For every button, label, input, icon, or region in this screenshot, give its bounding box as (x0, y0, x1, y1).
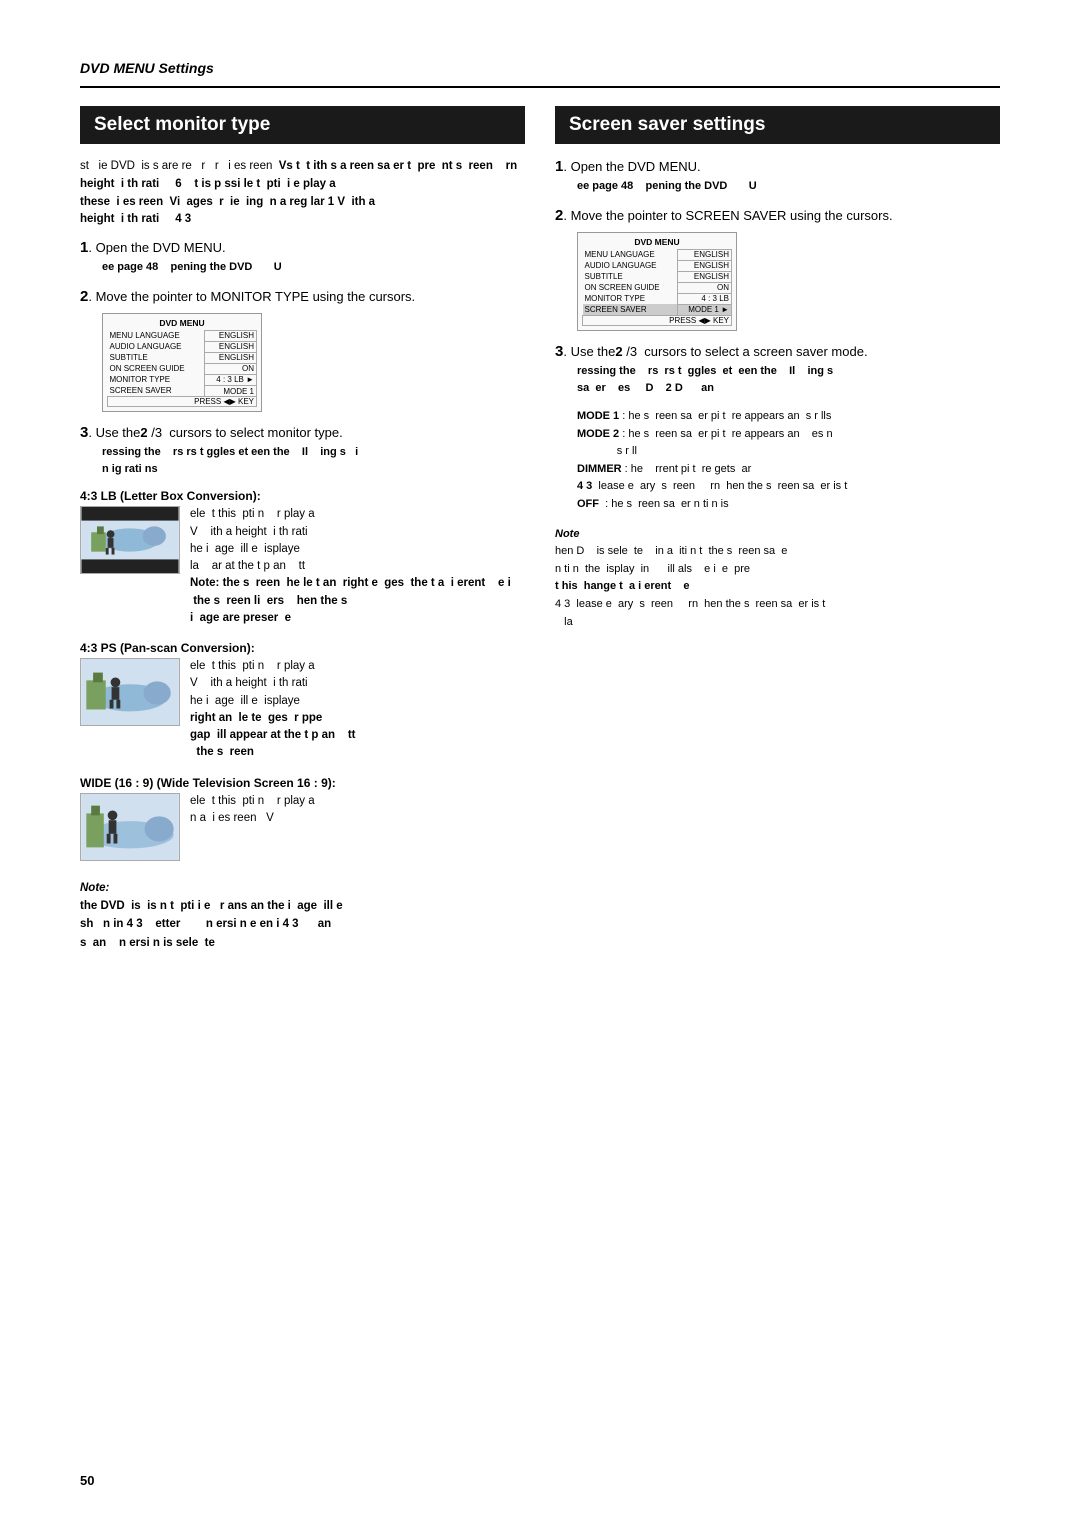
page-number: 50 (80, 1473, 94, 1488)
right-step-1: 1. Open the DVD MENU. ee page 48 pening … (555, 158, 1000, 195)
left-step-3: 3. Use the2 /3 cursors to select monitor… (80, 424, 525, 477)
left-step-2: 2. Move the pointer to MONITOR TYPE usin… (80, 288, 525, 413)
option-lb-desc: ele t this pti n r play a V ith a height… (190, 506, 525, 627)
mode1-label: MODE 1 (577, 410, 619, 422)
menu-row: PRESS ◀▶ KEY (583, 316, 732, 326)
right-note-italic: Note (555, 528, 579, 540)
right-column: Screen saver settings 1. Open the DVD ME… (555, 106, 1000, 952)
right-step-3-note: ressing the rs rs t ggles et een the Il … (577, 363, 1000, 396)
divider (80, 86, 1000, 88)
option-wide: WIDE (16 : 9) (Wide Television Screen 16… (80, 776, 525, 861)
section-title: DVD MENU Settings (80, 60, 1000, 76)
right-note-line3: t his hange t a i erent e (555, 580, 689, 592)
menu-row: AUDIO LANGUAGEENGLISH (108, 341, 257, 352)
option-wide-image (80, 793, 180, 861)
option-ps-label: 4:3 PS (Pan-scan Conversion): (80, 641, 525, 655)
left-dvd-menu-title: DVD MENU (107, 318, 257, 328)
menu-row: MONITOR TYPE4 : 3 LB (583, 293, 732, 304)
option-wide-desc: ele t this pti n r play a n a i es reen … (190, 793, 315, 828)
option-lb: 4:3 LB (Letter Box Conversion): (80, 489, 525, 627)
right-note-block: Note hen D is sele te in a iti n t the s… (555, 526, 1000, 632)
right-step-3: 3. Use the2 /3 cursors to select a scree… (555, 343, 1000, 396)
off-desc: lease e ary s reen rn hen the s reen sa … (598, 480, 847, 492)
main-content: Select monitor type st ie DVD is s are r… (80, 106, 1000, 952)
off2-label: OFF (577, 498, 599, 510)
menu-row: SCREEN SAVERMODE 1 (108, 385, 257, 397)
off2-desc: : he s reen sa er n ti n is (605, 498, 729, 510)
intro-line-3: these i es reen Vi ages r ie ing n a reg… (80, 196, 345, 208)
dimmer-desc: he rrent pi t re gets ar (631, 463, 751, 475)
dot3: . (88, 425, 95, 440)
option-ps-row: ele t this pti n r play a V ith a height… (80, 658, 525, 762)
dimmer-label: DIMMER (577, 463, 622, 475)
colon2: : (622, 428, 625, 440)
right-step-1-text: Open the DVD MENU. (571, 159, 701, 174)
mode-list: MODE 1 : he s reen sa er pi t re appears… (577, 408, 1000, 514)
left-dvd-menu-box: DVD MENU MENU LANGUAGEENGLISH AUDIO LANG… (102, 313, 262, 413)
note-line-1: the DVD is is n t pti i e r ans an the i… (80, 900, 343, 949)
colon1: : (622, 410, 625, 422)
option-wide-row: ele t this pti n r play a n a i es reen … (80, 793, 525, 861)
right-section-header: Screen saver settings (555, 106, 1000, 144)
option-ps: 4:3 PS (Pan-scan Conversion): (80, 641, 525, 762)
left-note: Note: the DVD is is n t pti i e r ans an… (80, 879, 525, 953)
option-lb-row: ele t this pti n r play a V ith a height… (80, 506, 525, 627)
dot2: . (88, 289, 95, 304)
right-step-3-text: Use the2 /3 cursors to select a screen s… (571, 344, 868, 359)
left-step-1-note: ee page 48 pening the DVD U (102, 259, 525, 276)
menu-row: MONITOR TYPE4 : 3 LB ► (108, 374, 257, 385)
menu-row: MENU LANGUAGEENGLISH (583, 249, 732, 260)
left-step-1-text: Open the DVD MENU. (96, 240, 226, 255)
menu-row: ON SCREEN GUIDEON (108, 363, 257, 374)
mode1-desc: he s reen sa er pi t re appears an s r l… (628, 410, 831, 422)
right-step-1-note: ee page 48 pening the DVD U (577, 178, 1000, 195)
left-step-2-text: Move the pointer to MONITOR TYPE using t… (96, 289, 416, 304)
menu-row: MENU LANGUAGEENGLISH (108, 330, 257, 341)
dot: . (88, 240, 95, 255)
option-lb-image (80, 506, 180, 574)
option-lb-label: 4:3 LB (Letter Box Conversion): (80, 489, 525, 503)
intro-line-2: height i th rati 6 t is p ssi le t pti i… (80, 178, 336, 190)
right-step-2-text: Move the pointer to SCREEN SAVER using t… (571, 208, 893, 223)
option-ps-image (80, 658, 180, 726)
left-column: Select monitor type st ie DVD is s are r… (80, 106, 525, 952)
right-step-2: 2. Move the pointer to SCREEN SAVER usin… (555, 207, 1000, 332)
option-ps-desc: ele t this pti n r play a V ith a height… (190, 658, 356, 762)
menu-row: AUDIO LANGUAGEENGLISH (583, 260, 732, 271)
right-dvd-menu-title: DVD MENU (582, 237, 732, 247)
intro-line-4: height i th rati 4 3 (80, 213, 191, 225)
menu-row: ON SCREEN GUIDEON (583, 282, 732, 293)
left-section-header: Select monitor type (80, 106, 525, 144)
option-wide-label: WIDE (16 : 9) (Wide Television Screen 16… (80, 776, 525, 790)
left-dvd-menu-table: MENU LANGUAGEENGLISH AUDIO LANGUAGEENGLI… (107, 330, 257, 408)
menu-row: SUBTITLEENGLISH (108, 352, 257, 363)
right-dvd-menu-table: MENU LANGUAGEENGLISH AUDIO LANGUAGEENGLI… (582, 249, 732, 327)
menu-row: PRESS ◀▶ KEY (108, 397, 257, 407)
intro-line-1: st ie DVD is s are re r r i es reen Vs t… (80, 160, 517, 172)
page: DVD MENU Settings Select monitor type st… (0, 0, 1080, 1528)
right-note-line4: 4 3 lease e ary s reen rn hen the s reen… (555, 598, 825, 628)
right-note-line1: hen D is sele te in a iti n t the s reen… (555, 545, 787, 557)
off-label: 4 3 (577, 480, 592, 492)
mode2-label: MODE 2 (577, 428, 619, 440)
left-step-3-note: ressing the rs rs t ggles et een the Il … (102, 444, 525, 477)
left-step-3-text: Use the2 /3 cursors to select monitor ty… (96, 425, 343, 440)
left-step-1: 1. Open the DVD MENU. ee page 48 pening … (80, 239, 525, 276)
menu-row: SCREEN SAVERMODE 1 ► (583, 304, 732, 316)
note-label: Note: (80, 882, 109, 894)
right-dvd-menu-box: DVD MENU MENU LANGUAGEENGLISH AUDIO LANG… (577, 232, 737, 332)
menu-row: SUBTITLEENGLISH (583, 271, 732, 282)
colon3: : (625, 463, 628, 475)
left-intro: st ie DVD is s are re r r i es reen Vs t… (80, 158, 525, 229)
right-note-line2: n ti n the isplay in ill als e i e pre (555, 563, 750, 575)
